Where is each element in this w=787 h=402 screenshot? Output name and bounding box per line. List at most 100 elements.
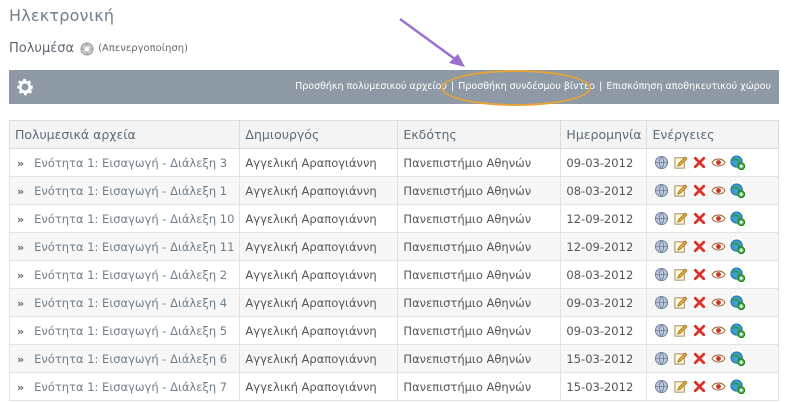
column-header-publisher[interactable]: Εκδότης xyxy=(397,120,562,149)
publisher-cell: Πανεπιστήμιο Αθηνών xyxy=(397,260,562,289)
globe-icon[interactable] xyxy=(654,211,669,226)
media-title-link[interactable]: Ενότητα 1: Εισαγωγή - Διάλεξη 10 xyxy=(34,212,234,226)
media-title-link[interactable]: Ενότητα 1: Εισαγωγή - Διάλεξη 4 xyxy=(34,296,227,310)
row-bullet: » xyxy=(17,240,25,254)
globe-icon[interactable] xyxy=(654,295,669,310)
table-row: » Ενότητα 1: Εισαγωγή - Διάλεξη 11 Αγγελι… xyxy=(8,232,779,261)
visibility-toggle-icon[interactable] xyxy=(80,42,94,56)
publisher-cell: Πανεπιστήμιο Αθηνών xyxy=(397,316,562,345)
add-resource-icon[interactable] xyxy=(730,155,746,170)
deactivate-link[interactable]: (Απενεργοποίηση) xyxy=(98,43,188,54)
visibility-icon[interactable] xyxy=(711,323,727,338)
date-cell: 09-03-2012 xyxy=(560,316,648,345)
media-title-link[interactable]: Ενότητα 1: Εισαγωγή - Διάλεξη 5 xyxy=(34,324,227,338)
visibility-icon[interactable] xyxy=(711,295,727,310)
globe-icon[interactable] xyxy=(654,239,669,254)
delete-icon[interactable] xyxy=(692,183,707,198)
column-header-actions: Ενέργειες xyxy=(646,120,779,149)
media-title-link[interactable]: Ενότητα 1: Εισαγωγή - Διάλεξη 1 xyxy=(34,184,227,198)
globe-icon[interactable] xyxy=(654,183,669,198)
add-resource-icon[interactable] xyxy=(730,295,746,310)
actions-cell xyxy=(646,232,779,261)
delete-icon[interactable] xyxy=(692,155,707,170)
add-media-file-link[interactable]: Προσθήκη πολυμεσικού αρχείου xyxy=(295,81,447,92)
globe-icon[interactable] xyxy=(654,351,669,366)
edit-icon[interactable] xyxy=(673,239,688,254)
actions-cell xyxy=(646,176,779,205)
edit-icon[interactable] xyxy=(673,295,688,310)
storage-overview-link[interactable]: Επισκόπηση αποθηκευτικού χώρου xyxy=(606,81,771,92)
row-bullet: » xyxy=(17,380,25,394)
row-bullet: » xyxy=(17,184,25,198)
toolbar-separator: | xyxy=(599,81,603,92)
publisher-cell: Πανεπιστήμιο Αθηνών xyxy=(397,344,562,373)
globe-icon[interactable] xyxy=(654,379,669,394)
visibility-icon[interactable] xyxy=(711,183,727,198)
date-cell: 09-03-2012 xyxy=(560,148,648,177)
media-title-cell: » Ενότητα 1: Εισαγωγή - Διάλεξη 2 xyxy=(8,260,241,289)
visibility-icon[interactable] xyxy=(711,211,727,226)
date-cell: 08-03-2012 xyxy=(560,176,648,205)
media-title-link[interactable]: Ενότητα 1: Εισαγωγή - Διάλεξη 7 xyxy=(34,380,227,394)
table-header-row: Πολυμεσικά αρχεία Δημιουργός Εκδότης Ημε… xyxy=(8,120,779,149)
actions-cell xyxy=(646,344,779,373)
add-resource-icon[interactable] xyxy=(730,239,746,254)
add-resource-icon[interactable] xyxy=(730,267,746,282)
creator-cell: Αγγελική Αραπογιάννη xyxy=(239,288,399,317)
delete-icon[interactable] xyxy=(692,267,707,282)
edit-icon[interactable] xyxy=(673,211,688,226)
edit-icon[interactable] xyxy=(673,267,688,282)
media-title-link[interactable]: Ενότητα 1: Εισαγωγή - Διάλεξη 3 xyxy=(34,156,227,170)
delete-icon[interactable] xyxy=(692,323,707,338)
publisher-cell: Πανεπιστήμιο Αθηνών xyxy=(397,148,562,177)
delete-icon[interactable] xyxy=(692,295,707,310)
globe-icon[interactable] xyxy=(654,155,669,170)
actions-cell xyxy=(646,316,779,345)
delete-icon[interactable] xyxy=(692,211,707,226)
date-cell: 15-03-2012 xyxy=(560,372,648,401)
media-title-cell: » Ενότητα 1: Εισαγωγή - Διάλεξη 7 xyxy=(8,372,241,401)
table-row: » Ενότητα 1: Εισαγωγή - Διάλεξη 7 Αγγελικ… xyxy=(8,372,779,401)
globe-icon[interactable] xyxy=(654,323,669,338)
globe-icon[interactable] xyxy=(654,267,669,282)
edit-icon[interactable] xyxy=(673,183,688,198)
edit-icon[interactable] xyxy=(673,323,688,338)
table-row: » Ενότητα 1: Εισαγωγή - Διάλεξη 2 Αγγελικ… xyxy=(8,260,779,289)
visibility-icon[interactable] xyxy=(711,239,727,254)
visibility-icon[interactable] xyxy=(711,267,727,282)
media-title-link[interactable]: Ενότητα 1: Εισαγωγή - Διάλεξη 11 xyxy=(34,240,234,254)
media-title-link[interactable]: Ενότητα 1: Εισαγωγή - Διάλεξη 6 xyxy=(34,352,227,366)
media-title-link[interactable]: Ενότητα 1: Εισαγωγή - Διάλεξη 2 xyxy=(34,268,227,282)
delete-icon[interactable] xyxy=(692,351,707,366)
creator-cell: Αγγελική Αραπογιάννη xyxy=(239,316,399,345)
edit-icon[interactable] xyxy=(673,155,688,170)
creator-cell: Αγγελική Αραπογιάννη xyxy=(239,344,399,373)
add-resource-icon[interactable] xyxy=(730,379,746,394)
edit-icon[interactable] xyxy=(673,351,688,366)
edit-icon[interactable] xyxy=(673,379,688,394)
actions-cell xyxy=(646,260,779,289)
date-cell: 09-03-2012 xyxy=(560,288,648,317)
add-resource-icon[interactable] xyxy=(730,183,746,198)
row-bullet: » xyxy=(17,296,25,310)
add-video-link-link[interactable]: Προσθήκη συνδέσμου βίντεο xyxy=(458,81,595,92)
column-header-date[interactable]: Ημερομηνία xyxy=(560,120,648,149)
creator-cell: Αγγελική Αραπογιάννη xyxy=(239,204,399,233)
add-resource-icon[interactable] xyxy=(730,211,746,226)
add-resource-icon[interactable] xyxy=(730,323,746,338)
gear-icon[interactable] xyxy=(14,76,36,98)
delete-icon[interactable] xyxy=(692,379,707,394)
visibility-icon[interactable] xyxy=(711,379,727,394)
delete-icon[interactable] xyxy=(692,239,707,254)
media-table: Πολυμεσικά αρχεία Δημιουργός Εκδότης Ημε… xyxy=(8,120,779,401)
media-title-cell: » Ενότητα 1: Εισαγωγή - Διάλεξη 6 xyxy=(8,344,241,373)
column-header-creator[interactable]: Δημιουργός xyxy=(239,120,399,149)
row-bullet: » xyxy=(17,324,25,338)
row-bullet: » xyxy=(17,352,25,366)
column-header-media-files[interactable]: Πολυμεσικά αρχεία xyxy=(8,120,241,149)
add-resource-icon[interactable] xyxy=(730,351,746,366)
visibility-icon[interactable] xyxy=(711,351,727,366)
table-row: » Ενότητα 1: Εισαγωγή - Διάλεξη 1 Αγγελικ… xyxy=(8,176,779,205)
visibility-icon[interactable] xyxy=(711,155,727,170)
module-header: Πολυμέσα (Απενεργοποίηση) xyxy=(9,41,188,56)
